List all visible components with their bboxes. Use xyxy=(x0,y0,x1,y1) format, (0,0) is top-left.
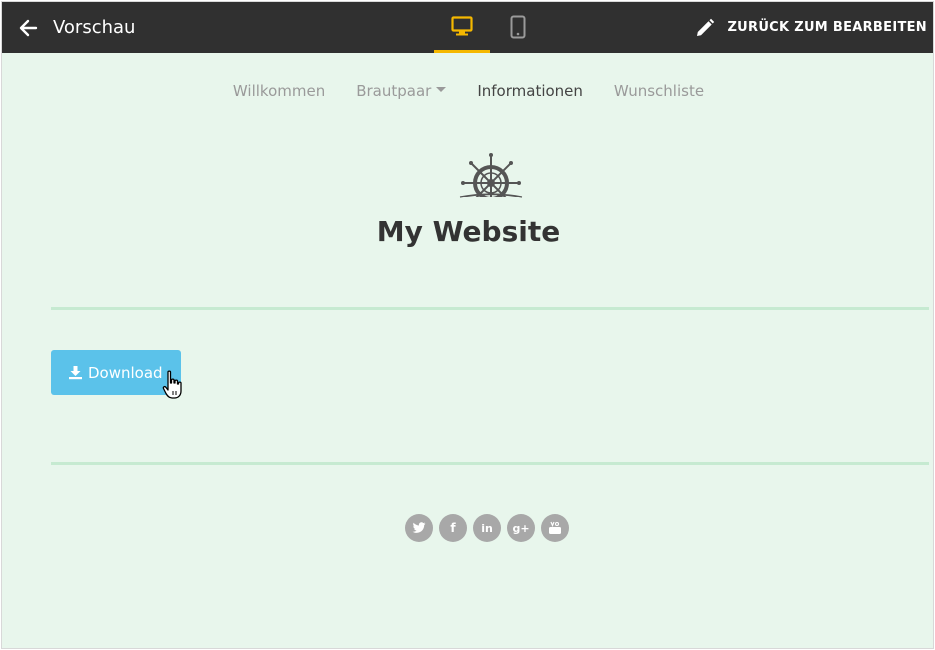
window-title: Vorschau xyxy=(53,17,136,38)
section-divider xyxy=(51,462,929,465)
desktop-view-button[interactable] xyxy=(434,2,490,53)
google-plus-icon[interactable]: g+ xyxy=(507,514,535,542)
back-to-edit-button[interactable]: ZURÜCK ZUM BEARBEITEN xyxy=(695,2,927,53)
caret-down-icon xyxy=(436,87,447,92)
twitter-icon[interactable] xyxy=(405,514,433,542)
linkedin-icon[interactable]: in xyxy=(473,514,501,542)
nav-item-wunschliste[interactable]: Wunschliste xyxy=(614,82,704,100)
desktop-icon xyxy=(451,16,473,36)
nav-item-brautpaar[interactable]: Brautpaar xyxy=(356,82,447,100)
section-divider xyxy=(51,307,929,310)
back-to-edit-label: ZURÜCK ZUM BEARBEITEN xyxy=(727,20,927,35)
facebook-icon[interactable]: f xyxy=(439,514,467,542)
nav-item-informationen[interactable]: Informationen xyxy=(477,82,583,100)
pencil-icon xyxy=(697,18,715,36)
nav-item-brautpaar-label: Brautpaar xyxy=(356,82,432,100)
preview-frame: Vorschau ZURÜCK ZUM BEARBEITEN Willkomme… xyxy=(1,1,934,649)
site-title: My Website xyxy=(376,215,561,248)
download-label: Download xyxy=(88,363,163,382)
arrow-left-icon xyxy=(19,19,38,37)
download-icon xyxy=(69,366,82,380)
twitter-bird-glyph xyxy=(412,522,426,533)
hand-cursor-icon xyxy=(162,370,182,399)
mobile-view-button[interactable] xyxy=(498,2,538,53)
social-links: f in g+ xyxy=(405,514,569,542)
nav-item-willkommen[interactable]: Willkommen xyxy=(233,82,325,100)
back-button[interactable] xyxy=(16,15,42,41)
top-bar: Vorschau ZURÜCK ZUM BEARBEITEN xyxy=(2,2,933,53)
site-navigation: Willkommen Brautpaar Informationen Wunsc… xyxy=(2,82,933,100)
youtube-glyph xyxy=(549,521,561,534)
youtube-icon[interactable] xyxy=(541,514,569,542)
ship-wheel-icon xyxy=(454,153,528,203)
mobile-icon xyxy=(510,15,526,39)
